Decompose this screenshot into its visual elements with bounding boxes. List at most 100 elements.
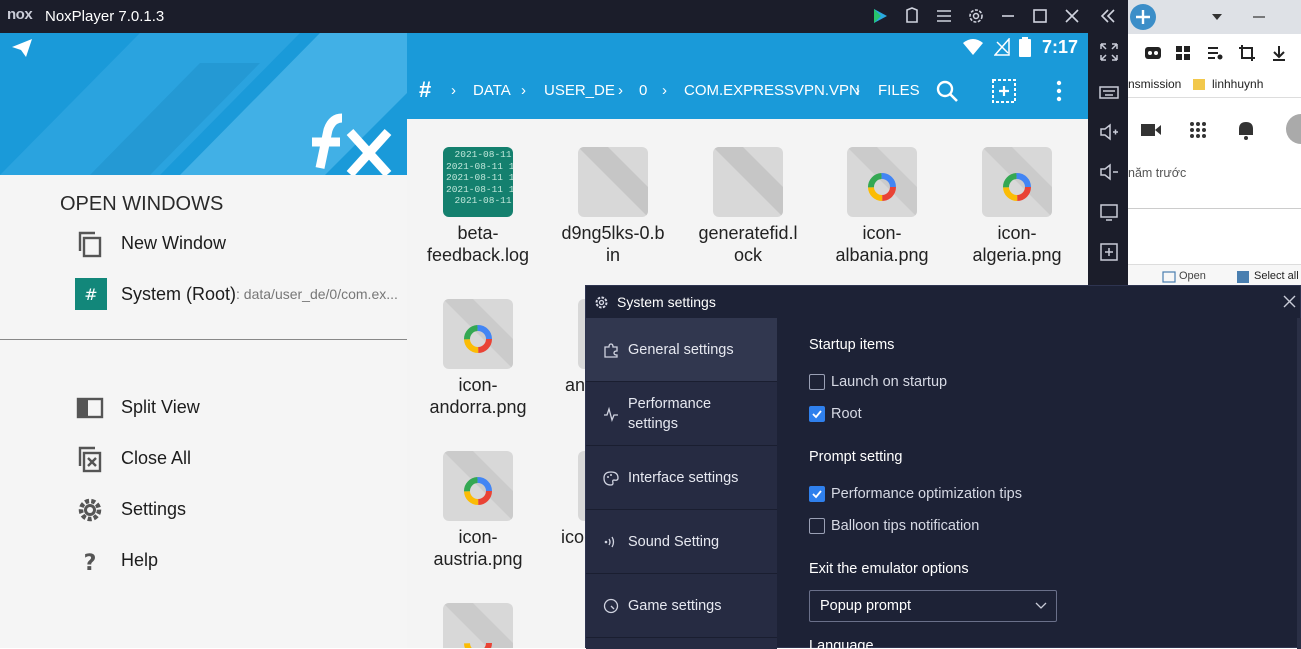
settings-nav: General settings Performance settings In… [586,318,777,649]
maximize-icon[interactable] [1030,6,1050,26]
select-all-button[interactable]: Select all [1254,270,1299,282]
send-icon[interactable] [11,38,33,58]
path-segment[interactable]: DATA [473,82,511,99]
file-item[interactable]: d9ng5lks-0.b in [548,147,678,266]
chevron-right-icon: › [855,82,860,99]
path-segment[interactable]: FILES [878,82,920,99]
volume-up-icon[interactable] [1098,121,1120,143]
nav-general-settings[interactable]: General settings [586,318,777,382]
log-line: 2021-08-11 [454,195,512,206]
download-icon[interactable] [1270,44,1288,62]
file-name: icon- [862,223,902,243]
new-window-item[interactable]: New Window [75,225,226,261]
extension-icon[interactable] [1144,44,1162,62]
play-store-icon[interactable] [870,6,890,26]
select-icon[interactable] [991,78,1017,104]
puzzle-icon [604,343,618,358]
root-option[interactable]: Root [809,405,862,423]
file-item[interactable]: icon-algeria.png [952,147,1082,266]
file-item[interactable]: 2021-08-11 2021-08-11 18 2021-08-11 18 2… [413,147,543,266]
window-title: NoxPlayer 7.0.1.3 [45,8,165,25]
split-view-item[interactable]: Split View [75,389,200,425]
minimize-icon[interactable] [998,6,1018,26]
option-label: Launch on startup [831,374,948,390]
log-line: 2021-08-11 18 [446,183,513,195]
chevron-down-icon[interactable] [1211,12,1223,22]
open-icon [1162,271,1176,283]
more-vertical-icon[interactable] [1053,79,1065,103]
file-name: d9ng5lks-0.b [561,223,665,243]
close-all-item[interactable]: Close All [75,440,191,476]
perf-tips-option[interactable]: Performance optimization tips [809,485,1022,503]
add-apk-icon[interactable] [1098,241,1120,263]
path-root[interactable]: # [419,77,431,103]
close-icon[interactable] [1062,6,1082,26]
log-line: 2021-08-11 [454,149,512,160]
file-name: feedback.log [426,245,530,265]
bookmark-item[interactable]: linhhuynh [1212,77,1263,91]
root-hash-icon: # [75,278,107,310]
theme-icon[interactable] [902,6,922,26]
system-root-window-item[interactable]: # System (Root) : data/user_de/0/com.ex.… [75,276,398,312]
minimize-icon[interactable] [1252,10,1266,24]
help-item[interactable]: ? Help [75,542,158,578]
grid-apps-icon[interactable] [1188,120,1208,140]
file-item[interactable]: icon-austria.png [413,451,543,570]
balloon-tips-checkbox[interactable] [809,518,825,534]
collapse-sidebar-icon[interactable] [1098,6,1118,26]
screen-icon[interactable] [1098,201,1120,223]
crop-icon[interactable] [1238,44,1256,62]
nav-game-settings[interactable]: Game settings [586,574,777,638]
generic-file-thumb [713,147,783,217]
nav-sound-setting[interactable]: Sound Setting [586,510,777,574]
nav-label: General settings [628,342,734,358]
nav-interface-settings[interactable]: Interface settings [586,446,777,510]
browser-tab-strip [1128,0,1301,34]
exit-options-dropdown[interactable]: Popup prompt [809,590,1057,622]
nav-performance-settings[interactable]: Performance settings [586,382,777,446]
sound-waves-icon [604,536,615,548]
prompt-setting-title: Prompt setting [809,449,903,465]
new-tab-icon[interactable] [1129,3,1157,31]
search-icon[interactable] [935,79,959,103]
help-icon: ? [84,551,97,576]
file-name: generatefid.l [698,223,798,243]
open-button[interactable]: Open [1179,270,1206,282]
settings-item[interactable]: Settings [75,491,186,527]
root-checkbox[interactable] [809,406,825,422]
path-segment[interactable]: COM.EXPRESSVPN.VPN [684,82,860,99]
file-item[interactable]: icon-albania.png [817,147,947,266]
new-window-icon [78,231,102,258]
bookmark-item[interactable]: nsmission [1128,77,1181,91]
avatar[interactable] [1286,114,1301,144]
file-name: icon- [997,223,1037,243]
playlist-icon[interactable] [1206,44,1224,62]
file-name: andorra.png [429,397,527,417]
balloon-tips-option[interactable]: Balloon tips notification [809,517,979,535]
perf-tips-checkbox[interactable] [809,486,825,502]
video-camera-icon[interactable] [1140,120,1162,140]
split-view-icon [76,397,104,419]
gear-icon[interactable] [966,6,986,26]
volume-down-icon[interactable] [1098,161,1120,183]
language-title: Language [809,638,874,649]
fullscreen-icon[interactable] [1098,41,1120,63]
path-segment[interactable]: 0 [639,82,647,99]
apps-icon[interactable] [1174,44,1192,62]
menu-icon[interactable] [934,6,954,26]
path-segment[interactable]: USER_DE [544,82,615,99]
fx-logo [312,113,392,175]
chevron-down-icon [1035,602,1047,609]
notification-bell-icon[interactable] [1236,119,1256,141]
file-item[interactable]: generatefid.l ock [683,147,813,266]
close-icon[interactable] [1283,295,1296,308]
launch-on-startup-option[interactable]: Launch on startup [809,373,947,391]
file-item[interactable]: icon-andorra.png [413,299,543,418]
scrollbar[interactable] [1297,318,1301,649]
keyboard-icon[interactable] [1098,81,1120,103]
svg-text:?: ? [84,551,97,576]
launch-on-startup-checkbox[interactable] [809,374,825,390]
nav-label: Game settings [628,598,722,614]
nox-logo: nox [7,6,33,23]
file-item[interactable] [413,603,543,648]
